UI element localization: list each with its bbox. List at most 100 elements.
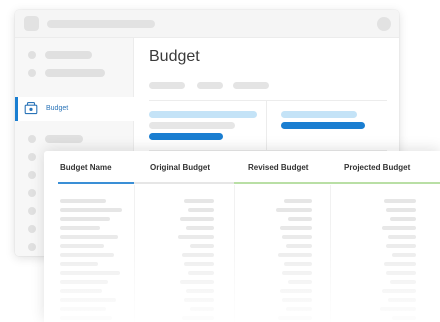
table-cell-placeholder [286,244,312,248]
table-cell-placeholder [190,307,214,311]
column-underline [330,182,440,184]
table-cell-placeholder [184,199,214,203]
table-header: Budget Name Original Budget Revised Budg… [44,151,440,185]
summary-value-placeholder [281,122,365,129]
table-cell-placeholder [180,217,214,221]
sidebar-item-label: Budget [46,105,69,112]
table-cell-placeholder [390,217,416,221]
table-cell-placeholder [60,316,112,320]
table-cell-placeholder [60,289,102,293]
table-cell-placeholder [380,307,416,311]
screenshot-stage: Budget Budget Budget Name Original Budge… [0,0,440,322]
table-cell-placeholder [60,271,120,275]
table-cell-placeholder [182,253,214,257]
page-title: Budget [149,48,200,65]
table-cell-placeholder [284,199,312,203]
avatar[interactable] [377,17,391,31]
table-cell-placeholder [184,298,214,302]
sidebar-item[interactable] [15,46,134,64]
table-cell-placeholder [186,289,214,293]
sidebar-item-icon [28,69,36,77]
table-cell-placeholder [60,262,98,266]
column-underline [134,182,234,184]
sidebar-item-label-placeholder [45,135,83,143]
table-cell-placeholder [276,208,312,212]
subtitle-placeholder [149,82,185,89]
table-cell-placeholder [282,271,312,275]
table-cell-placeholder [60,208,122,212]
table-cell-placeholder [184,262,214,266]
table-cell-placeholder [60,199,106,203]
subtitle-placeholder [233,82,269,89]
sidebar-item[interactable] [15,130,134,148]
table-cell-placeholder [384,262,416,266]
table-cell-placeholder [188,208,214,212]
sidebar-item-icon [28,189,36,197]
table-cell-placeholder [60,226,100,230]
table-cell-placeholder [60,253,114,257]
table-cell-placeholder [288,217,312,221]
sidebar-item-label-placeholder [45,69,105,77]
table-cell-placeholder [388,298,416,302]
column-header-projected-budget[interactable]: Projected Budget [344,163,410,173]
table-cell-placeholder [182,316,214,320]
table-cell-placeholder [382,289,416,293]
column-header-revised-budget[interactable]: Revised Budget [248,163,308,173]
column-underline [58,182,134,184]
sidebar-item-icon [28,207,36,215]
sidebar-item-icon [28,225,36,233]
sidebar-item-icon [28,153,36,161]
table-cell-placeholder [384,199,416,203]
app-logo-placeholder[interactable] [24,16,39,31]
table-cell-placeholder [282,298,312,302]
summary-label-placeholder [149,122,235,129]
table-cell-placeholder [186,226,214,230]
summary-label-placeholder [149,111,257,118]
sidebar-item-icon [28,243,36,251]
column-divider [330,185,331,322]
budget-table-card: Budget Name Original Budget Revised Budg… [44,151,440,322]
column-divider [234,185,235,322]
table-cell-placeholder [280,289,312,293]
table-cell-placeholder [278,253,312,257]
table-cell-placeholder [284,262,312,266]
table-cell-placeholder [392,253,416,257]
budget-icon [24,102,38,115]
sidebar-item-icon [28,135,36,143]
column-header-original-budget[interactable]: Original Budget [150,163,210,173]
table-cell-placeholder [60,217,110,221]
table-cell-placeholder [392,316,416,320]
table-cell-placeholder [280,226,312,230]
table-cell-placeholder [60,235,118,239]
table-cell-placeholder [288,280,312,284]
table-cell-placeholder [386,208,416,212]
table-cell-placeholder [382,226,416,230]
summary-value-placeholder [149,133,223,140]
table-cell-placeholder [282,235,312,239]
sidebar-item-icon [28,171,36,179]
divider [149,100,387,101]
table-cell-placeholder [388,235,416,239]
sidebar-item-icon [28,51,36,59]
subtitle-placeholder [197,82,223,89]
column-divider [134,185,135,322]
sidebar-item[interactable] [15,64,134,82]
column-underline [234,182,330,184]
table-cell-placeholder [178,235,214,239]
title-bar [15,10,399,38]
table-cell-placeholder [390,280,416,284]
table-cell-placeholder [190,244,214,248]
title-placeholder [47,20,155,28]
column-header-budget-name[interactable]: Budget Name [60,163,112,173]
summary-label-placeholder [281,111,357,118]
table-cell-placeholder [278,316,312,320]
table-cell-placeholder [60,298,116,302]
table-cell-placeholder [60,244,104,248]
table-cell-placeholder [180,280,214,284]
table-cell-placeholder [188,271,214,275]
sidebar-item-label-placeholder [45,51,92,59]
sidebar-item-budget[interactable]: Budget [15,97,134,121]
table-cell-placeholder [60,307,106,311]
table-cell-placeholder [386,271,416,275]
table-cell-placeholder [386,244,416,248]
